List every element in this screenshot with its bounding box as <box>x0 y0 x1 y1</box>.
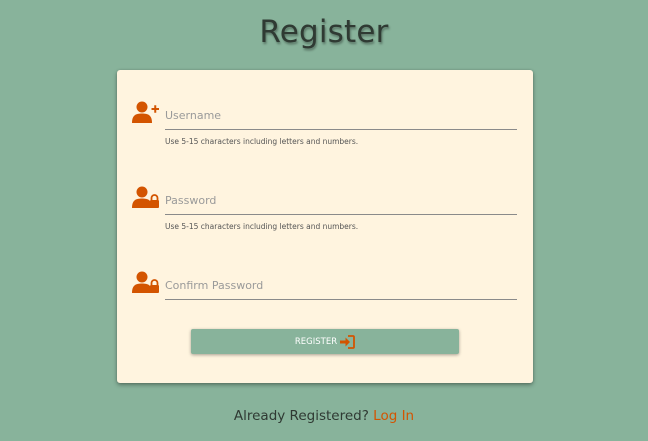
username-hint: Use 5-15 characters including letters an… <box>165 137 359 146</box>
username-input[interactable] <box>165 101 517 130</box>
confirm-password-input[interactable] <box>165 271 517 300</box>
register-button-label: REGISTER <box>294 336 338 347</box>
user-plus-icon <box>132 101 159 123</box>
register-button[interactable]: REGISTER <box>191 329 459 354</box>
confirm-password-field-group <box>117 270 533 310</box>
password-field-group: Use 5-15 characters including letters an… <box>117 185 533 231</box>
user-lock-icon <box>132 186 159 208</box>
login-link[interactable]: Log In <box>373 408 414 424</box>
sign-in-icon <box>340 334 356 349</box>
username-field-group: Use 5-15 characters including letters an… <box>117 100 533 146</box>
login-prompt: Already Registered? Log In <box>0 408 648 424</box>
password-hint: Use 5-15 characters including letters an… <box>165 222 359 231</box>
user-lock-icon <box>132 271 159 293</box>
register-card: Use 5-15 characters including letters an… <box>117 70 533 383</box>
login-prompt-text: Already Registered? <box>233 408 369 424</box>
page-title: Register <box>259 14 389 50</box>
password-input[interactable] <box>165 186 517 215</box>
